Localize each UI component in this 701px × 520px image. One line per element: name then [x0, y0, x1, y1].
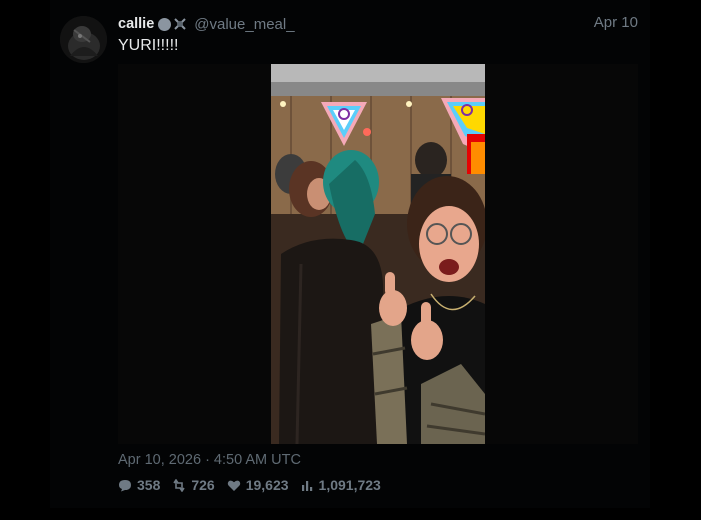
- media-container[interactable]: [118, 64, 638, 444]
- display-name[interactable]: callie: [118, 16, 154, 32]
- bar-chart-icon: [301, 480, 312, 491]
- tweet-stats: 358 726 19,623 1,091,723: [118, 477, 393, 493]
- tweet-text: YURI!!!!!: [118, 37, 179, 54]
- user-handle[interactable]: @value_meal_: [194, 16, 294, 33]
- retweet-icon: [173, 478, 186, 492]
- tweet-header: callie @value_meal_: [118, 13, 638, 35]
- heart-icon: [227, 480, 240, 491]
- emoji-badge-icon: [173, 17, 187, 31]
- like-count: 19,623: [245, 477, 289, 493]
- tweet-timestamp[interactable]: Apr 10, 2026 · 4:50 AM UTC: [118, 452, 301, 468]
- like-stat[interactable]: 19,623: [227, 477, 289, 493]
- retweet-count: 726: [191, 477, 215, 493]
- reply-count: 358: [137, 477, 161, 493]
- avatar[interactable]: [60, 16, 107, 63]
- tweet-page: callie @value_meal_ Apr 10 YURI!!!!! Apr…: [0, 0, 701, 520]
- tweet-date[interactable]: Apr 10: [594, 14, 638, 31]
- views-count: 1,091,723: [318, 477, 381, 493]
- tweet-photo[interactable]: [271, 64, 485, 444]
- speech-bubble-icon: [119, 479, 131, 491]
- reply-stat[interactable]: 358: [118, 477, 160, 493]
- retweet-stat[interactable]: 726: [172, 477, 215, 493]
- profile-badge-icon: [158, 17, 172, 31]
- views-stat[interactable]: 1,091,723: [301, 477, 381, 493]
